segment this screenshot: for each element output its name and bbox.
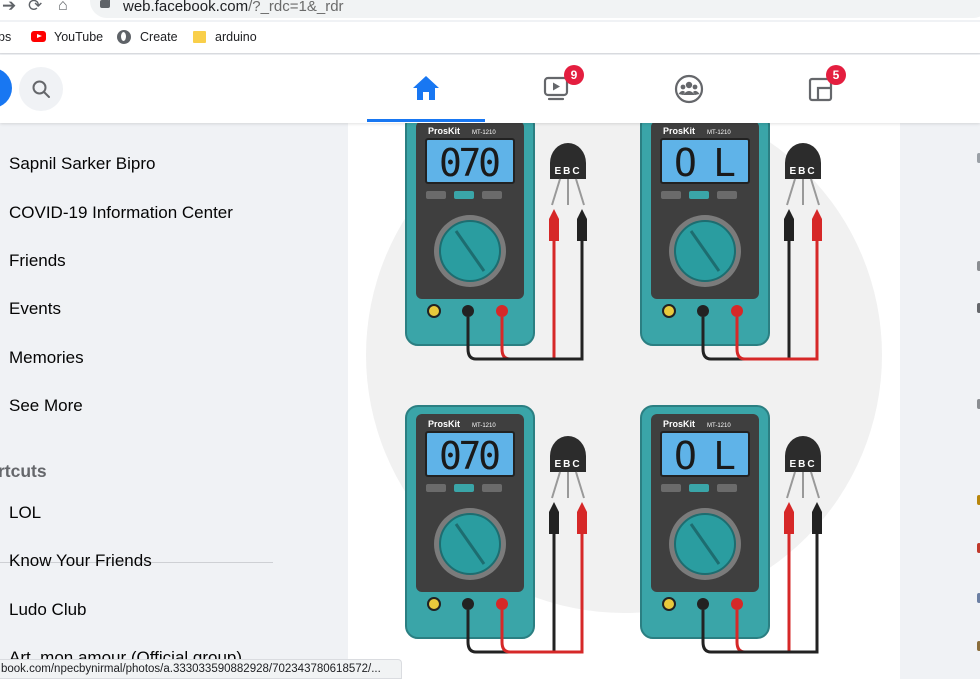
- url-text[interactable]: web.facebook.com/?_rdc=1&_rdr: [123, 0, 344, 15]
- transistor-pin-labels: EBC: [789, 459, 816, 470]
- facebook-logo[interactable]: [0, 68, 12, 108]
- meter-button: [717, 484, 737, 492]
- sidebar-item-events[interactable]: Events: [9, 299, 61, 319]
- active-tab-indicator: [367, 119, 485, 122]
- search-button[interactable]: [19, 67, 63, 111]
- meter-jack-vohm: [496, 598, 508, 610]
- lock-icon: [100, 0, 110, 8]
- meter-brand: ProsKit: [428, 419, 460, 429]
- shortcut-ludo-club[interactable]: Ludo Club: [9, 600, 87, 620]
- meter-jack-10a: [662, 597, 676, 611]
- sidebar-item-memories[interactable]: Memories: [9, 348, 84, 368]
- bookmark-youtube[interactable]: YouTube: [54, 30, 103, 44]
- bookmarks-bar: ps YouTube Create arduino: [0, 22, 980, 54]
- bookmark-apps[interactable]: ps: [0, 30, 11, 44]
- meter-jack-com: [697, 598, 709, 610]
- meter-jack-com: [462, 598, 474, 610]
- transistor-pin-labels: EBC: [789, 166, 816, 177]
- folder-icon: [193, 31, 206, 43]
- search-icon: [32, 80, 50, 98]
- globe-icon: [117, 30, 131, 44]
- right-column: [900, 123, 980, 679]
- meter-jack-vohm: [731, 305, 743, 317]
- meter-brand: ProsKit: [663, 419, 695, 429]
- meter-button: [482, 484, 502, 492]
- transistor-pin-labels: EBC: [554, 166, 581, 177]
- sidebar-item-profile[interactable]: Sapnil Sarker Bipro: [9, 154, 155, 174]
- bookmark-arduino[interactable]: arduino: [215, 30, 257, 44]
- shortcut-know-your-friends[interactable]: Know Your Friends: [9, 551, 152, 571]
- browser-address-row: ➔ ⟳ ⌂ web.facebook.com/?_rdc=1&_rdr: [0, 0, 980, 20]
- shortcut-lol[interactable]: LOL: [9, 503, 41, 523]
- youtube-icon: [31, 31, 46, 42]
- link-status-bar: book.com/npecbynirmal/photos/a.333033590…: [0, 659, 402, 679]
- meter-brand: ProsKit: [428, 126, 460, 136]
- multimeter-transistor-diagram: ProsKit MT-1210070 EBCProsKit MT-1210OL EBCP…: [366, 123, 882, 654]
- meter-brand: ProsKit: [663, 126, 695, 136]
- post-image[interactable]: ProsKit MT-1210 070 EBC ProsKit MT-1210 OL EBC P…: [348, 123, 900, 679]
- home-icon[interactable]: ⌂: [58, 0, 68, 15]
- tab-gaming[interactable]: 5: [762, 55, 880, 123]
- meter-jack-com: [697, 305, 709, 317]
- meter-button: [661, 484, 681, 492]
- meter-button: [717, 191, 737, 199]
- shortcuts-heading: rtcuts: [0, 461, 47, 481]
- meter-jack-com: [462, 305, 474, 317]
- reload-icon[interactable]: ⟳: [28, 0, 42, 16]
- meter-reading: 070: [439, 141, 501, 185]
- meter-jack-10a: [427, 304, 441, 318]
- meter-model: MT-1210: [707, 423, 731, 429]
- meter-jack-vohm: [731, 598, 743, 610]
- transistor-pin-labels: EBC: [554, 459, 581, 470]
- forward-icon[interactable]: ➔: [2, 0, 16, 16]
- meter-button: [482, 191, 502, 199]
- gaming-notification-badge: 5: [826, 65, 846, 85]
- meter-jack-10a: [427, 597, 441, 611]
- meter-model: MT-1210: [707, 130, 731, 136]
- groups-icon: [674, 74, 704, 104]
- watch-notification-badge: 9: [564, 65, 584, 85]
- bookmark-create[interactable]: Create: [140, 30, 178, 44]
- meter-button: [689, 484, 709, 492]
- sidebar-item-covid[interactable]: COVID-19 Information Center: [9, 203, 233, 223]
- meter-button: [689, 191, 709, 199]
- meter-button: [426, 191, 446, 199]
- sidebar-item-friends[interactable]: Friends: [9, 251, 66, 271]
- tab-watch[interactable]: 9: [498, 55, 616, 123]
- meter-button: [454, 191, 474, 199]
- meter-jack-10a: [662, 304, 676, 318]
- meter-model: MT-1210: [472, 423, 496, 429]
- sidebar-item-see-more[interactable]: See More: [9, 396, 83, 416]
- tab-groups[interactable]: [630, 55, 748, 123]
- meter-reading: 070: [439, 434, 501, 478]
- left-sidebar: Sapnil Sarker Bipro COVID-19 Information…: [0, 123, 348, 679]
- facebook-header: 9 5: [0, 55, 980, 123]
- meter-button: [661, 191, 681, 199]
- meter-button: [454, 484, 474, 492]
- meter-model: MT-1210: [472, 130, 496, 136]
- tab-home[interactable]: [367, 55, 485, 123]
- home-icon: [413, 76, 439, 100]
- meter-jack-vohm: [496, 305, 508, 317]
- meter-button: [426, 484, 446, 492]
